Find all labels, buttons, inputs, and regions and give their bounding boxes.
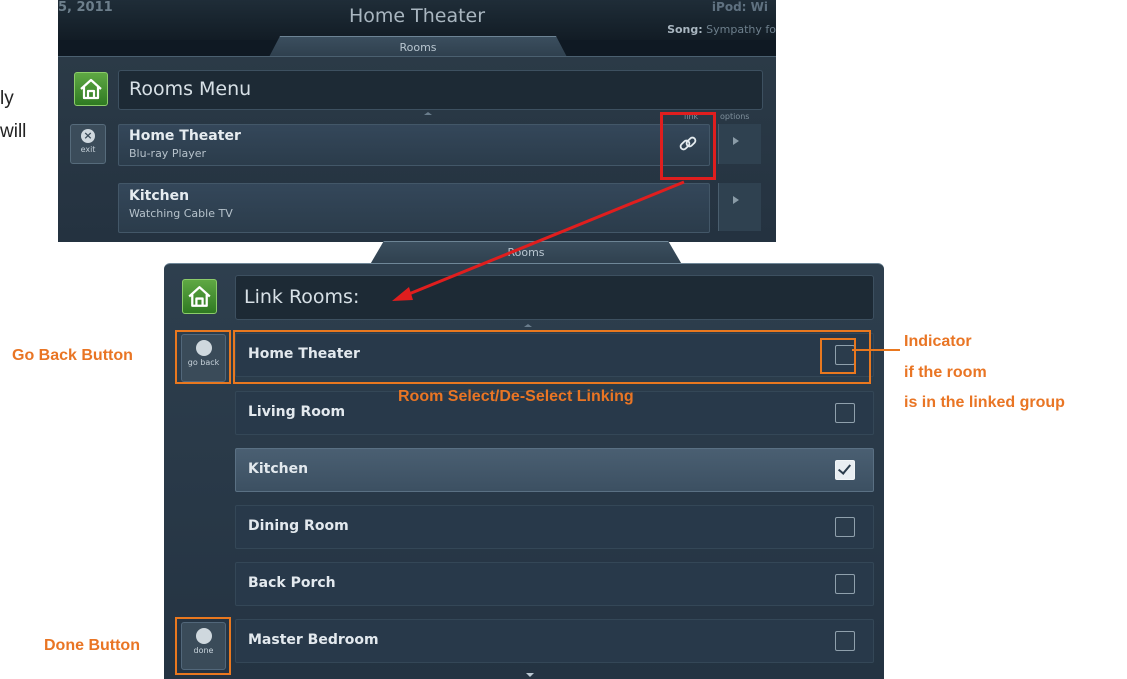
- red-arrow-head: [392, 287, 413, 301]
- indicator-annotation-2: if the room: [904, 364, 987, 381]
- indicator-highlight-box: [820, 338, 856, 374]
- indicator-annotation-3: is in the linked group: [904, 394, 1065, 411]
- done-annotation: Done Button: [44, 637, 140, 654]
- go-back-annotation: Go Back Button: [12, 347, 133, 364]
- go-back-highlight-box: [175, 330, 231, 384]
- room-select-annotation: Room Select/De-Select Linking: [398, 388, 634, 405]
- red-arrow-line: [403, 180, 685, 298]
- room-row-highlight-box: [233, 330, 871, 384]
- done-highlight-box: [175, 617, 231, 675]
- indicator-annotation-1: Indicator: [904, 333, 972, 350]
